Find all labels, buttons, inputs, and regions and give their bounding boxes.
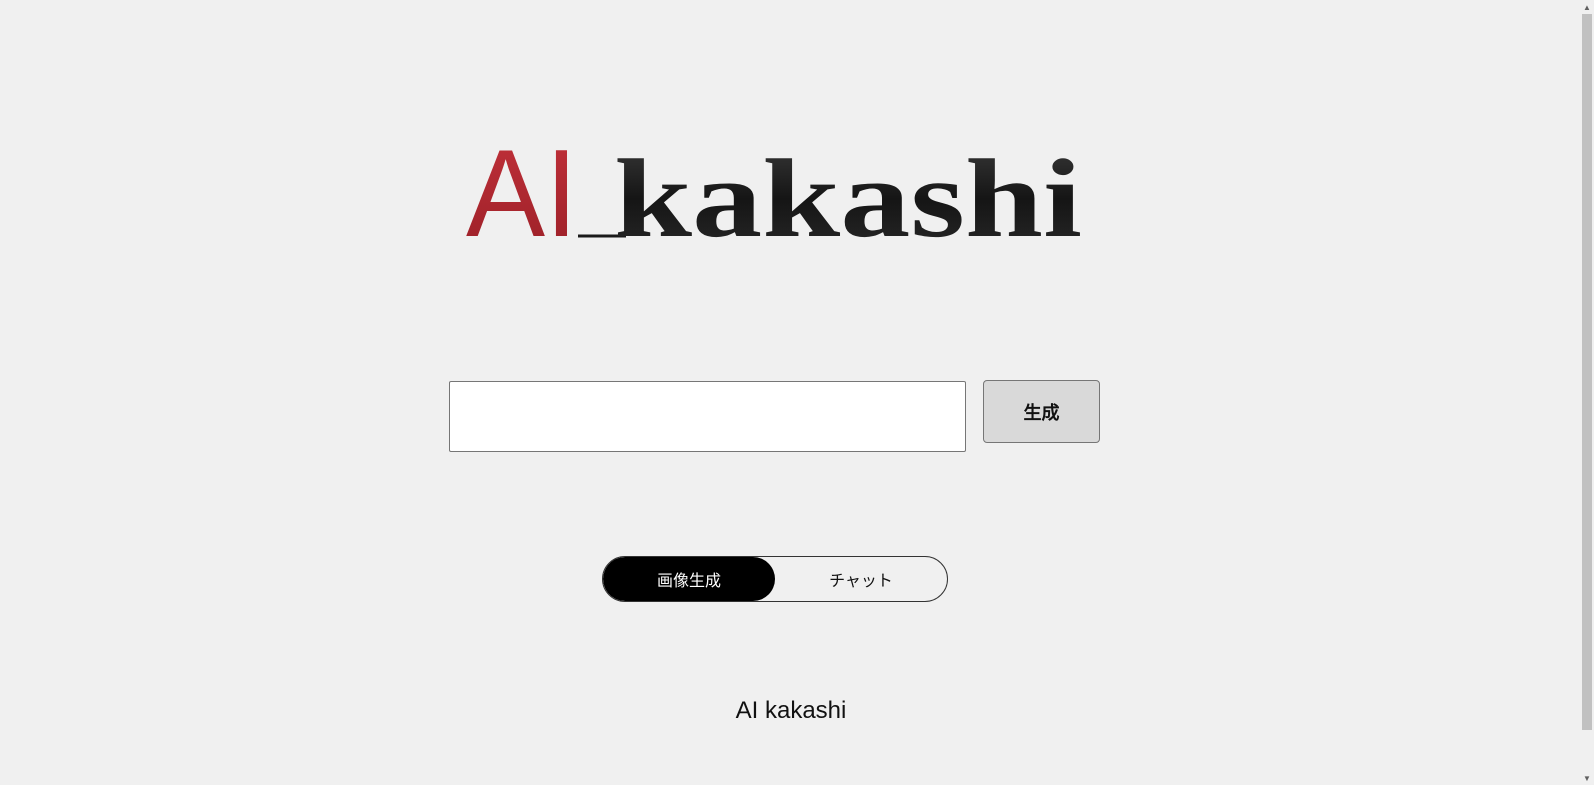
- mode-image-generation[interactable]: 画像生成: [603, 557, 775, 601]
- mode-chat[interactable]: チャット: [775, 557, 947, 601]
- mode-toggle: 画像生成 チャット: [602, 556, 948, 602]
- prompt-input[interactable]: [449, 381, 966, 452]
- logo: AI kakashi: [466, 128, 1092, 248]
- scrollbar-thumb[interactable]: [1582, 14, 1592, 730]
- scroll-up-arrow-icon[interactable]: ▲: [1580, 0, 1594, 14]
- scroll-down-arrow-icon[interactable]: ▼: [1580, 771, 1594, 785]
- page: AI kakashi 生成 画像生成 チャット AI kakashi ▲ ▼: [0, 0, 1594, 785]
- footer-text: AI kakashi: [735, 697, 847, 724]
- scrollbar[interactable]: ▲ ▼: [1580, 0, 1594, 785]
- logo-prefix: AI: [466, 128, 578, 248]
- generate-button[interactable]: 生成: [983, 380, 1100, 443]
- logo-image: AI kakashi: [466, 128, 1082, 248]
- logo-suffix: kakashi: [614, 137, 1082, 248]
